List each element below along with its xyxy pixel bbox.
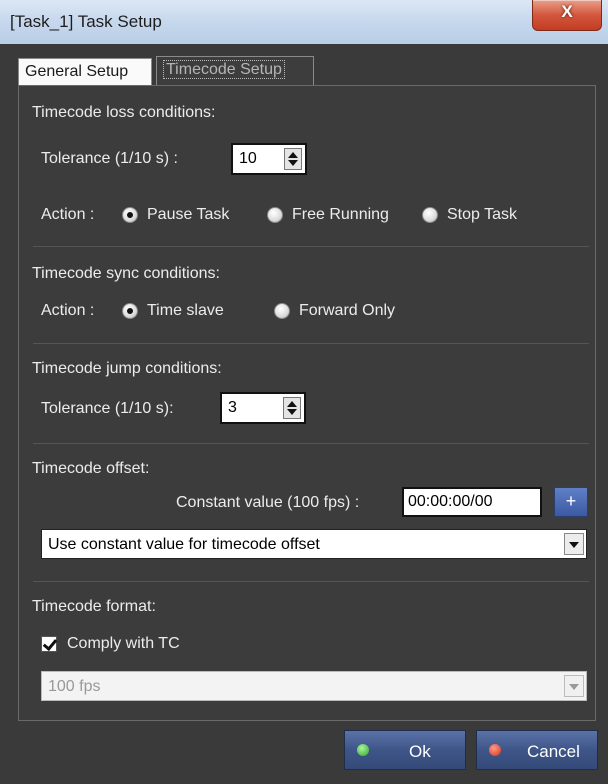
jump-tolerance-spinbox[interactable]: 3	[220, 392, 306, 424]
loss-tolerance-label: Tolerance (1/10 s) :	[41, 150, 178, 167]
title-bar: [Task_1] Task Setup X	[0, 0, 608, 45]
timecode-setup-panel: Timecode loss conditions: Tolerance (1/1…	[18, 85, 596, 721]
radio-forward-only-label[interactable]: Forward Only	[299, 302, 395, 320]
chevron-down-icon	[564, 675, 584, 697]
cancel-button[interactable]: Cancel	[476, 730, 598, 770]
add-offset-button[interactable]: +	[554, 487, 588, 517]
divider	[33, 581, 589, 582]
radio-free-running-label[interactable]: Free Running	[292, 206, 389, 224]
red-led-icon	[489, 744, 501, 756]
radio-time-slave[interactable]	[122, 303, 138, 319]
divider	[33, 246, 589, 247]
cancel-button-label: Cancel	[527, 742, 580, 761]
radio-forward-only[interactable]	[274, 303, 290, 319]
close-button[interactable]: X	[532, 0, 602, 31]
checkmark-icon	[42, 635, 58, 652]
offset-heading: Timecode offset:	[32, 460, 150, 477]
tab-timecode-setup[interactable]: Timecode Setup	[156, 56, 314, 86]
radio-pause-task[interactable]	[122, 207, 138, 223]
divider	[33, 343, 589, 344]
offset-constant-label: Constant value (100 fps) :	[176, 494, 360, 511]
window-title: [Task_1] Task Setup	[10, 12, 162, 31]
radio-pause-task-label[interactable]: Pause Task	[147, 206, 229, 224]
comply-with-tc-checkbox[interactable]	[41, 635, 58, 652]
divider	[33, 443, 589, 444]
comply-with-tc-label[interactable]: Comply with TC	[67, 635, 180, 653]
radio-free-running[interactable]	[267, 207, 283, 223]
tab-general-setup-label: General Setup	[25, 63, 129, 80]
radio-stop-task[interactable]	[422, 207, 438, 223]
spin-arrows-icon[interactable]	[283, 397, 301, 419]
ok-button-label: Ok	[409, 742, 431, 761]
tab-timecode-setup-label: Timecode Setup	[163, 60, 285, 79]
fps-select: 100 fps	[41, 671, 587, 701]
loss-action-label: Action :	[41, 206, 95, 223]
loss-tolerance-spinbox[interactable]: 10	[231, 143, 307, 175]
radio-time-slave-label[interactable]: Time slave	[147, 302, 224, 320]
offset-constant-input[interactable]: 00:00:00/00	[402, 487, 542, 517]
ok-button[interactable]: Ok	[344, 730, 466, 770]
offset-mode-value: Use constant value for timecode offset	[48, 536, 320, 553]
tab-general-setup[interactable]: General Setup	[18, 58, 152, 86]
jump-heading: Timecode jump conditions:	[32, 360, 222, 377]
sync-heading: Timecode sync conditions:	[32, 265, 220, 282]
close-icon: X	[561, 2, 573, 21]
jump-tolerance-label: Tolerance (1/10 s):	[41, 400, 174, 417]
spin-arrows-icon[interactable]	[284, 148, 302, 170]
sync-action-label: Action :	[41, 302, 95, 319]
loss-heading: Timecode loss conditions:	[32, 104, 216, 121]
chevron-down-icon[interactable]	[564, 533, 584, 555]
loss-tolerance-value: 10	[239, 150, 257, 167]
fps-value: 100 fps	[48, 678, 101, 695]
format-heading: Timecode format:	[32, 598, 156, 615]
jump-tolerance-value: 3	[228, 399, 237, 416]
green-led-icon	[357, 744, 369, 756]
radio-stop-task-label[interactable]: Stop Task	[447, 206, 517, 224]
offset-mode-select[interactable]: Use constant value for timecode offset	[41, 529, 587, 559]
